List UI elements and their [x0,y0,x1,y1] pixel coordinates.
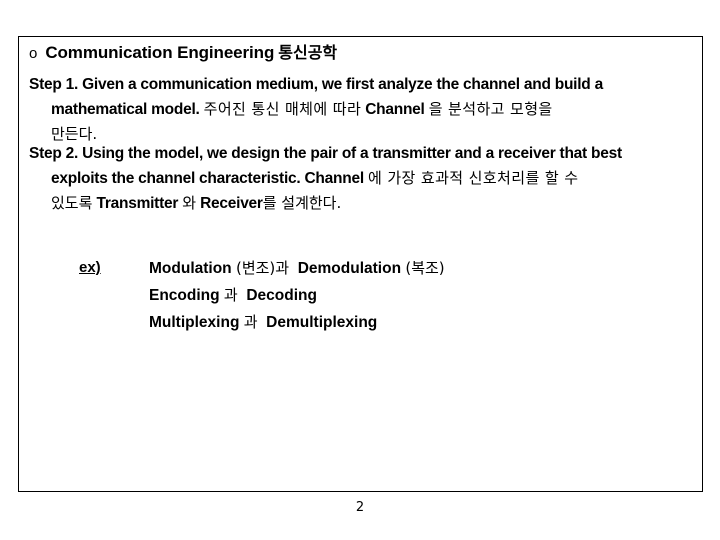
step-2-line-3-korean-b: 와 [182,194,197,212]
example-row-text: Encoding 과 Decoding [149,282,317,309]
step-2-line-3: 있도록 Transmitter 와 Receiver를 설계한다. [29,191,697,216]
step-1-line-1: Step 1. Given a communication medium, we… [29,76,603,93]
step-2-keyword-transmitter: Transmitter [96,195,179,212]
step-1-paragraph: Step 1. Given a communication medium, we… [29,72,697,147]
example-term-korean-a: (변조)과 [235,259,290,277]
example-term-korean-a: 과 [243,313,258,331]
example-block: ex) Modulation (변조)과 Demodulation (복조) E… [79,255,445,336]
step-1-line-2-korean-a: 주어진 통신 매체에 따라 [203,100,362,118]
step-1-line-2-korean-b: 을 분석하고 모형을 [428,100,553,118]
slide-heading: o Communication Engineering 통신공학 [29,42,337,65]
step-2-line-1: Step 2. Using the model, we design the p… [29,145,622,162]
example-row: Encoding 과 Decoding [79,282,445,309]
heading-title-korean: 통신공학 [278,43,338,62]
example-term-korean-a: 과 [223,286,238,304]
example-label-spacer [79,282,149,309]
example-row: Multiplexing 과 Demultiplexing [79,309,445,336]
heading-bullet-o: o [29,45,38,62]
step-2-line-2: exploits the channel characteristic. Cha… [29,166,697,191]
example-term-english-b: Decoding [246,287,317,304]
example-row-text: Multiplexing 과 Demultiplexing [149,309,377,336]
example-label-spacer [79,309,149,336]
step-2-line-3-korean-c: 를 설계한다. [262,194,342,212]
example-row: ex) Modulation (변조)과 Demodulation (복조) [79,255,445,282]
example-term-english-a: Encoding [149,287,220,304]
step-2-line-2-korean: 에 가장 효과적 신호처리를 할 수 [367,169,579,187]
step-2-line-2-english: exploits the channel characteristic. Cha… [51,170,364,187]
step-2-keyword-receiver: Receiver [200,195,263,212]
example-term-english-b: Demodulation [297,260,402,277]
page-number: 2 [355,500,365,515]
example-term-korean-b: (복조) [405,259,445,277]
step-1-line-2-english: mathematical model. [51,101,200,118]
example-term-english-a: Multiplexing [149,314,240,331]
slide-content-frame: o Communication Engineering 통신공학 Step 1. G… [18,36,703,492]
example-label: ex) [79,259,101,276]
step-2-line-3-korean-a: 있도록 [51,194,93,212]
step-2-paragraph: Step 2. Using the model, we design the p… [29,141,697,216]
step-1-line-2: mathematical model. 주어진 통신 매체에 따라 Channe… [29,97,697,122]
heading-title-english: Communication Engineering [45,43,275,62]
example-row-text: Modulation (변조)과 Demodulation (복조) [149,255,445,282]
example-term-english-a: Modulation [149,260,232,277]
example-term-english-b: Demultiplexing [266,314,378,331]
step-1-line-2-keyword-channel: Channel [365,101,425,118]
